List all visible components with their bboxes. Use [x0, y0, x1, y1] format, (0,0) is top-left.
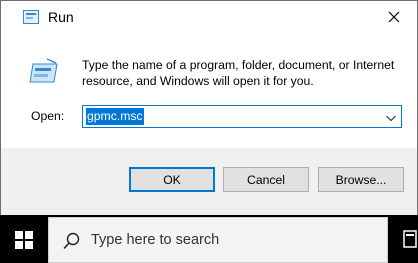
window-title: Run	[48, 9, 74, 25]
open-input[interactable]: gpmc.msc	[86, 108, 144, 125]
search-icon	[63, 232, 81, 250]
ok-button[interactable]: OK	[129, 167, 215, 192]
browse-button[interactable]: Browse...	[318, 167, 404, 192]
run-dialog: Run Type the name of a program, folder, …	[0, 0, 418, 215]
close-icon	[388, 11, 400, 23]
close-button[interactable]	[371, 1, 417, 33]
run-large-icon	[29, 55, 61, 87]
run-app-icon	[23, 10, 39, 24]
dialog-footer: OK Cancel Browse...	[1, 148, 417, 215]
cancel-button[interactable]: Cancel	[223, 167, 309, 192]
run-description: Type the name of a program, folder, docu…	[82, 58, 395, 88]
chevron-down-icon[interactable]	[385, 111, 397, 123]
taskbar-app-icon[interactable]	[400, 225, 418, 255]
start-button[interactable]	[0, 217, 48, 263]
open-combobox[interactable]: gpmc.msc	[82, 105, 402, 128]
search-placeholder: Type here to search	[91, 232, 220, 248]
taskbar-search[interactable]: Type here to search	[48, 217, 388, 263]
taskbar: Type here to search	[0, 217, 418, 263]
title-bar[interactable]: Run	[1, 1, 417, 33]
open-label: Open:	[31, 109, 65, 123]
windows-start-icon	[15, 231, 33, 249]
